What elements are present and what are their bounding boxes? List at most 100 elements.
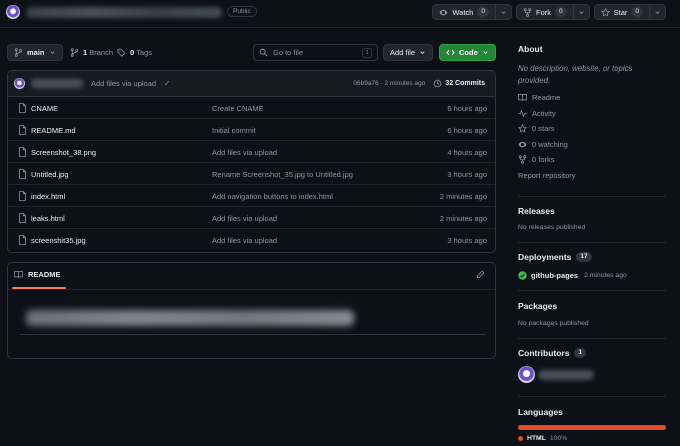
contributor-name-redacted[interactable]: [538, 370, 594, 380]
star-label: Star: [613, 7, 628, 17]
tab-readme[interactable]: README: [14, 270, 61, 279]
deployments-heading[interactable]: Deployments 17: [518, 252, 592, 262]
readme-panel: README: [7, 262, 496, 359]
fork-button[interactable]: Fork 0: [515, 4, 574, 20]
file-name-link[interactable]: leaks.html: [31, 214, 65, 223]
star-icon: [600, 7, 610, 17]
readme-tab-label: README: [28, 270, 61, 279]
file-name-link[interactable]: CNAME: [31, 104, 58, 113]
file-row[interactable]: screenshit35.jpg Add files via upload 3 …: [8, 229, 495, 251]
sidebar-divider: [518, 338, 666, 339]
eye-icon: [518, 140, 527, 149]
commit-count-label: 32 Commits: [445, 80, 485, 87]
file-commit-link[interactable]: Add files via upload: [212, 148, 277, 157]
file-commit-link[interactable]: Add navigation buttons to index.html: [212, 192, 333, 201]
chevron-down-icon: [500, 9, 507, 16]
latest-commit-bar: Add files via upload ✓ 06b9a76 · 2 minut…: [8, 71, 495, 97]
chevron-down-icon: [578, 9, 585, 16]
readme-rule: [20, 334, 486, 335]
fork-icon: [518, 155, 527, 164]
repo-title-redacted[interactable]: [26, 7, 222, 18]
deployment-item[interactable]: github-pages 2 minutes ago: [518, 271, 627, 280]
commits-history-link[interactable]: 32 Commits: [433, 79, 485, 88]
tags-count-value: 0: [130, 48, 135, 57]
file-age: 6 hours ago: [447, 104, 487, 113]
file-icon: [18, 213, 27, 223]
code-icon: [446, 48, 455, 57]
file-icon: [18, 147, 27, 157]
stars-link[interactable]: 0 stars: [518, 121, 668, 137]
watching-link[interactable]: 0 watching: [518, 137, 668, 153]
file-commit-link[interactable]: Add files via upload: [212, 214, 277, 223]
packages-empty: No packages published: [518, 320, 589, 327]
language-item[interactable]: HTML 100%: [518, 435, 567, 442]
repo-header: Public Watch 0 Fork 0 Star 0: [0, 0, 680, 28]
file-name-link[interactable]: README.md: [31, 126, 76, 135]
stars-link-label: 0 stars: [532, 124, 555, 134]
file-row[interactable]: CNAME Create CNAME 6 hours ago: [8, 97, 495, 119]
file-commit-link[interactable]: Rename Screenshot_35.jpg to Untitled.jpg: [212, 170, 353, 179]
owner-avatar[interactable]: [6, 5, 20, 19]
check-circle-icon: [518, 271, 527, 280]
pencil-icon[interactable]: [476, 270, 485, 279]
add-file-button[interactable]: Add file: [383, 44, 434, 61]
file-age: 2 minutes ago: [439, 214, 487, 223]
file-row[interactable]: Screenshot_38.png Add files via upload 4…: [8, 141, 495, 163]
file-commit-link[interactable]: Create CNAME: [212, 104, 264, 113]
file-name-link[interactable]: Screenshot_38.png: [31, 148, 96, 157]
language-color-dot: [518, 436, 523, 441]
about-heading: About: [518, 44, 543, 54]
activity-link[interactable]: Activity: [518, 106, 668, 122]
fork-label: Fork: [535, 7, 551, 17]
sidebar-divider: [518, 196, 666, 197]
commit-message-link[interactable]: Add files via upload: [91, 79, 156, 88]
commit-hash[interactable]: 06b9a76: [353, 80, 378, 87]
file-row[interactable]: Untitled.jpg Rename Screenshot_35.jpg to…: [8, 163, 495, 185]
readme-link[interactable]: Readme: [518, 90, 668, 106]
commit-author-redacted[interactable]: [31, 79, 83, 88]
commit-author-avatar[interactable]: [14, 78, 25, 89]
fork-dropdown-button[interactable]: [573, 4, 590, 20]
branches-link[interactable]: 1 Branch: [70, 48, 113, 57]
code-button[interactable]: Code: [439, 44, 496, 61]
sidebar-divider: [518, 396, 666, 397]
forks-link[interactable]: 0 forks: [518, 152, 668, 168]
branch-select-button[interactable]: main: [7, 44, 63, 61]
go-to-file-search[interactable]: t: [253, 44, 378, 61]
chevron-down-icon: [654, 9, 661, 16]
report-label: Report repository: [518, 170, 576, 180]
file-icon: [18, 103, 27, 113]
report-repository-link[interactable]: Report repository: [518, 168, 668, 184]
fork-icon: [523, 7, 532, 17]
readme-heading-redacted: [26, 310, 354, 326]
contributors-heading[interactable]: Contributors 1: [518, 348, 587, 358]
releases-heading[interactable]: Releases: [518, 206, 555, 216]
watch-count: 0: [477, 7, 489, 17]
file-row[interactable]: README.md Initial commit 6 hours ago: [8, 119, 495, 141]
watch-button[interactable]: Watch 0: [432, 4, 496, 20]
watch-label: Watch: [452, 7, 474, 17]
watch-dropdown-button[interactable]: [495, 4, 512, 20]
branch-count-value: 1: [83, 48, 88, 57]
language-bar: [518, 425, 666, 430]
code-label: Code: [459, 48, 478, 57]
file-name-link[interactable]: screenshit35.jpg: [31, 236, 86, 245]
check-icon[interactable]: ✓: [164, 79, 171, 88]
go-to-file-input[interactable]: [273, 48, 353, 57]
file-name-link[interactable]: Untitled.jpg: [31, 170, 69, 179]
languages-heading: Languages: [518, 407, 563, 417]
file-commit-link[interactable]: Add files via upload: [212, 236, 277, 245]
file-row[interactable]: leaks.html Add files via upload 2 minute…: [8, 207, 495, 229]
star-button[interactable]: Star 0: [593, 4, 650, 20]
search-icon: [259, 48, 268, 57]
file-name-link[interactable]: index.html: [31, 192, 65, 201]
contributor-avatar[interactable]: [518, 366, 535, 383]
file-age: 3 hours ago: [447, 170, 487, 179]
file-commit-link[interactable]: Initial commit: [212, 126, 256, 135]
file-age: 6 hours ago: [447, 126, 487, 135]
tags-link[interactable]: 0 Tags: [117, 48, 152, 57]
star-dropdown-button[interactable]: [650, 4, 666, 20]
packages-heading[interactable]: Packages: [518, 301, 557, 311]
forks-link-label: 0 forks: [532, 155, 555, 165]
file-row[interactable]: index.html Add navigation buttons to ind…: [8, 185, 495, 207]
